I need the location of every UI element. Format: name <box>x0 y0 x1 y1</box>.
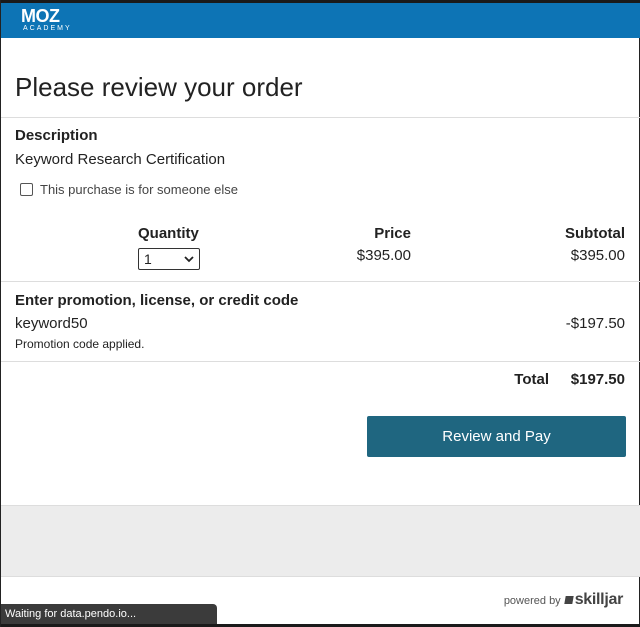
powered-by-skilljar[interactable]: powered by skilljar <box>504 591 623 609</box>
promo-discount: -$197.50 <box>565 315 625 332</box>
skilljar-logo-icon <box>563 596 574 604</box>
promo-status-message: Promotion code applied. <box>15 337 145 351</box>
total-label: Total <box>514 371 549 388</box>
description-heading: Description <box>15 127 98 144</box>
price-heading: Price <box>374 225 411 242</box>
skilljar-brand: skilljar <box>574 591 624 608</box>
quantity-value: 1 <box>144 251 152 267</box>
someone-else-checkbox[interactable] <box>20 183 33 196</box>
powered-by-label: powered by <box>503 595 561 607</box>
subtotal-heading: Subtotal <box>565 225 625 242</box>
price-value: $395.00 <box>356 247 411 264</box>
site-header: MOZ ACADEMY <box>1 3 640 38</box>
logo-brand: MOZ <box>21 6 60 26</box>
browser-status-bar: Waiting for data.pendo.io... <box>1 604 217 624</box>
total-value: $197.50 <box>570 371 625 388</box>
logo-sub-brand: ACADEMY <box>23 25 72 32</box>
moz-academy-logo[interactable]: MOZ ACADEMY <box>21 7 72 33</box>
product-name: Keyword Research Certification <box>15 151 226 168</box>
subtotal-value: $395.00 <box>570 247 625 264</box>
chevron-down-icon <box>184 256 194 263</box>
divider <box>1 361 640 362</box>
someone-else-option[interactable]: This purchase is for someone else <box>20 182 238 197</box>
divider <box>1 117 640 118</box>
promo-code-value[interactable]: keyword50 <box>15 315 88 332</box>
divider <box>1 281 640 282</box>
someone-else-label: This purchase is for someone else <box>40 182 238 197</box>
page-title: Please review your order <box>15 72 303 102</box>
footer-band <box>1 505 640 577</box>
quantity-heading: Quantity <box>138 225 199 242</box>
quantity-select[interactable]: 1 <box>138 248 200 270</box>
promo-heading: Enter promotion, license, or credit code <box>15 292 299 309</box>
review-and-pay-button[interactable]: Review and Pay <box>367 416 626 457</box>
